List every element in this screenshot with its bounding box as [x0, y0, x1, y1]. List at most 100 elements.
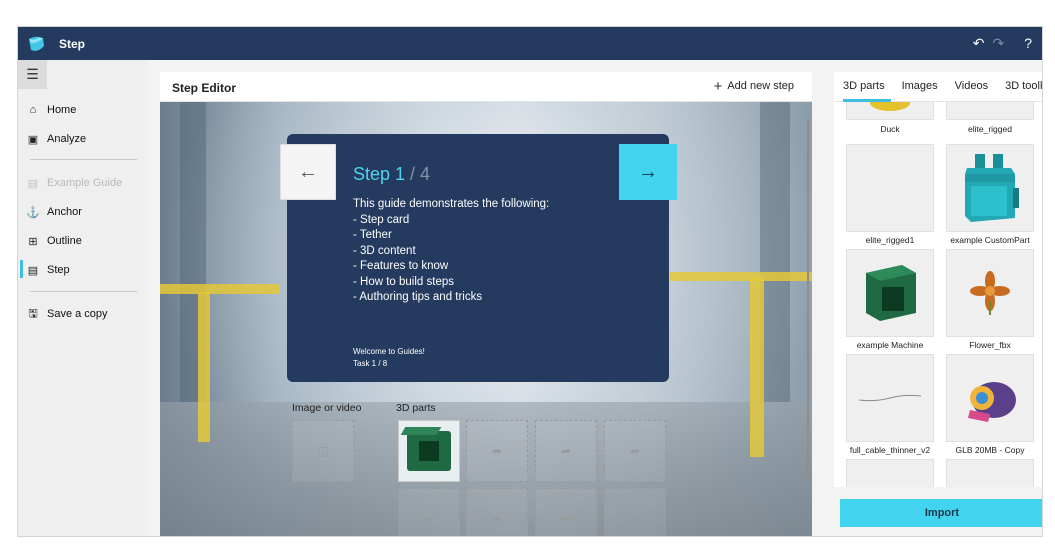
step-text-line: - Authoring tips and tricks: [353, 291, 483, 303]
tab-images[interactable]: Images: [893, 72, 946, 101]
nav-item-label: Step: [47, 264, 70, 276]
part-placeholder-icon: ➦: [491, 512, 503, 526]
nav-item-step[interactable]: ▤ Step: [26, 260, 70, 280]
import-button[interactable]: Import: [840, 499, 1042, 527]
redo-icon[interactable]: ↷: [992, 35, 1004, 52]
part-slot[interactable]: ➦: [466, 420, 528, 482]
asset-tile-full-cable[interactable]: [846, 354, 934, 442]
scene-viewport[interactable]: ← → Step 1 / 4 This guide demonstrates t…: [160, 102, 812, 536]
asset-tile-elite-rigged1[interactable]: [846, 144, 934, 232]
image-or-video-label: Image or video: [292, 402, 362, 414]
analyze-icon: ▣: [27, 133, 39, 146]
custompart-thumbnail-icon: [965, 154, 1019, 222]
add-new-step-button[interactable]: + Add new step: [713, 77, 794, 95]
part-placeholder-icon: ➦: [560, 512, 572, 526]
nav-item-label: Outline: [47, 235, 82, 247]
editor-title: Step Editor: [172, 81, 237, 95]
save-icon: 🖫: [28, 307, 38, 320]
nav-divider: [30, 291, 137, 292]
yellow-post: [198, 292, 210, 442]
part-placeholder-icon: ➦: [560, 444, 572, 458]
3d-parts-label: 3D parts: [396, 402, 436, 414]
asset-tile[interactable]: [946, 459, 1034, 487]
guide-icon: ▤: [27, 177, 39, 190]
step-number: Step 1: [353, 164, 406, 184]
asset-panel: 3D parts Images Videos 3D toolkit Duck e…: [834, 72, 1042, 536]
plus-icon: +: [713, 77, 723, 95]
step-editor: Step Editor + Add new step ← → Step 1 / …: [160, 72, 812, 536]
nav-item-label: Example Guide: [47, 177, 123, 189]
part-slot[interactable]: ➦: [604, 420, 666, 482]
undo-icon[interactable]: ↶: [973, 35, 985, 52]
asset-tile-duck[interactable]: [846, 102, 934, 120]
nav-item-anchor[interactable]: ⚓ Anchor: [26, 202, 82, 222]
step-text-line: - How to build steps: [353, 275, 454, 288]
asset-tile-flower-fbx[interactable]: [946, 249, 1034, 337]
step-text-line: This guide demonstrates the following:: [353, 198, 550, 210]
part-placeholder-icon: ➦: [491, 444, 503, 458]
asset-caption: full_cable_thinner_v2: [849, 445, 931, 455]
asset-caption: GLB 20MB - Copy: [955, 445, 1025, 455]
asset-tabs: 3D parts Images Videos 3D toolkit: [834, 72, 1042, 102]
viewport-scrollbar[interactable]: [807, 118, 809, 478]
tab-3d-toolkit[interactable]: 3D toolkit: [996, 72, 1042, 101]
yellow-railing: [670, 272, 812, 281]
step-text-line: - Tether: [353, 229, 392, 241]
nav-item-example-guide: ▤ Example Guide: [26, 173, 122, 193]
step-text-line: - Features to know: [353, 260, 449, 272]
arrow-right-icon: →: [638, 160, 658, 183]
nav-divider: [30, 159, 137, 160]
step-icon: ▤: [27, 264, 39, 277]
next-step-button[interactable]: →: [619, 144, 677, 200]
duck-thumbnail-icon: [870, 102, 910, 111]
image-video-slot[interactable]: ◫: [292, 420, 354, 482]
asset-tile-elite-rigged[interactable]: [946, 102, 1034, 120]
part-slot[interactable]: ➦: [604, 488, 666, 536]
step-text-line: - 3D content: [353, 244, 416, 257]
nav-item-analyze[interactable]: ▣ Analyze: [26, 129, 86, 149]
home-icon: ⌂: [29, 104, 37, 116]
add-new-step-label: Add new step: [727, 80, 794, 92]
nav-item-home[interactable]: ⌂ Home: [26, 100, 77, 120]
part-slot[interactable]: ➦: [535, 488, 597, 536]
anchor-icon: ⚓: [26, 206, 40, 219]
part-placeholder-icon: ➦: [423, 512, 435, 526]
app-title: Step: [59, 37, 86, 51]
part-slot[interactable]: ➦: [466, 488, 528, 536]
step-total: / 4: [405, 164, 431, 184]
asset-tile-glb-20mb-copy[interactable]: [946, 354, 1034, 442]
tab-3d-parts[interactable]: 3D parts: [834, 72, 893, 102]
step-card[interactable]: ← → Step 1 / 4 This guide demonstrates t…: [280, 134, 677, 382]
step-counter: Step 1 / 4: [353, 164, 430, 185]
part-slot[interactable]: ➦: [535, 420, 597, 482]
hamburger-menu-icon[interactable]: ☰: [18, 60, 47, 89]
left-nav: ☰ ⌂ Home ▣ Analyze ▤ Example Guide ⚓ Anc…: [18, 60, 148, 536]
asset-caption: example Machine: [856, 340, 924, 350]
asset-caption: Duck: [880, 124, 900, 134]
asset-caption: elite_rigged1: [865, 235, 915, 245]
flower-thumbnail-icon: [970, 271, 1010, 315]
outline-icon: ⊞: [28, 235, 38, 248]
part-slot-filled[interactable]: [398, 420, 460, 482]
previous-step-button[interactable]: ←: [280, 144, 336, 200]
help-icon[interactable]: ?: [1024, 35, 1032, 52]
image-placeholder-icon: ◫: [317, 444, 329, 458]
yellow-post: [750, 277, 764, 457]
nav-item-outline[interactable]: ⊞ Outline: [26, 231, 82, 251]
nav-item-label: Analyze: [47, 133, 87, 145]
step-card-body[interactable]: This guide demonstrates the following: -…: [353, 197, 549, 306]
title-bar: Step ↶ ↷ ?: [18, 27, 1042, 60]
asset-tile-example-machine[interactable]: [846, 249, 934, 337]
asset-tile[interactable]: [846, 459, 934, 487]
step-text-line: - Step card: [353, 213, 410, 226]
glb-thumbnail-icon: [968, 382, 1016, 422]
nav-item-save-copy[interactable]: 🖫 Save a copy: [26, 304, 107, 324]
background-column: [760, 102, 790, 402]
part-placeholder-icon: ➦: [629, 512, 641, 526]
machine-thumbnail-icon: [866, 265, 916, 321]
tab-videos[interactable]: Videos: [946, 72, 996, 101]
asset-tile-example-custompart[interactable]: [946, 144, 1034, 232]
asset-caption: example CustomPart: [950, 235, 1030, 245]
part-slot[interactable]: ➦: [398, 488, 460, 536]
asset-grid: Duck elite_rigged elite_rigged1 example …: [834, 102, 1042, 487]
